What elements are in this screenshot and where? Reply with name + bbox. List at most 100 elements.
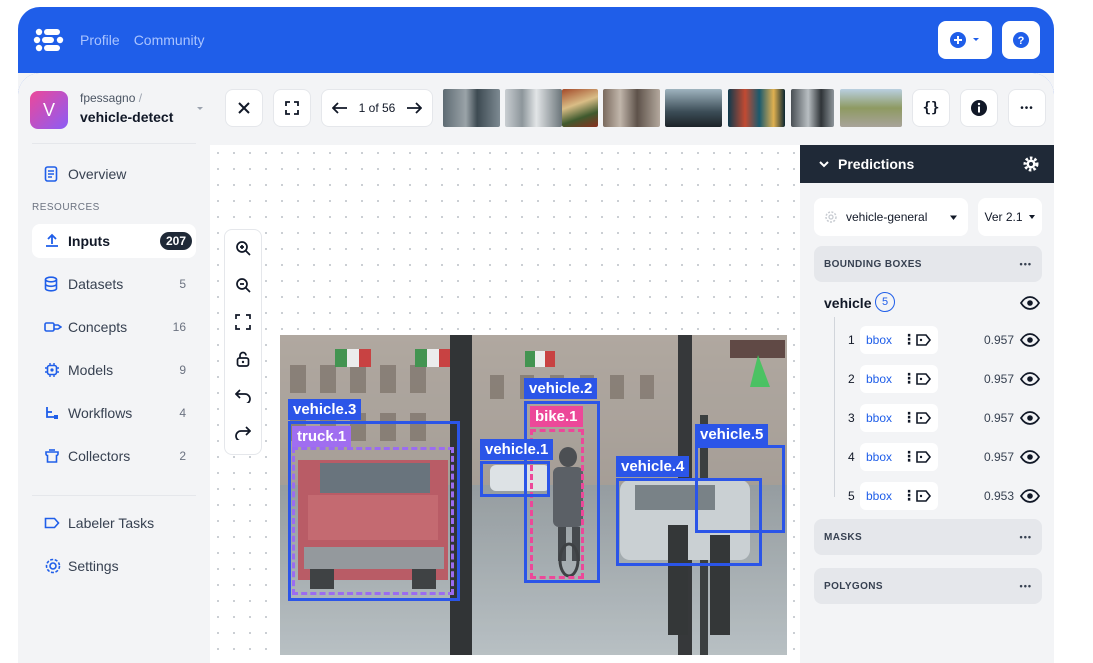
eye-icon[interactable] [1020,489,1040,503]
eye-icon[interactable] [1020,450,1040,464]
section-more-button[interactable]: ••• [1020,532,1032,542]
lock-button[interactable] [225,341,261,377]
polygons-section[interactable]: POLYGONS ••• [814,568,1042,604]
prediction-row-4[interactable]: 4 bbox ⋮ 0.957 [834,443,1044,471]
kebab-menu-icon[interactable]: ⋮ [902,448,916,465]
prediction-row-3[interactable]: 3 bbox ⋮ 0.957 [834,404,1044,432]
bbox-vehicle-5[interactable] [695,445,785,533]
kebab-menu-icon[interactable]: ⋮ [902,331,916,348]
label-tag-icon[interactable] [916,451,932,463]
kebab-menu-icon[interactable]: ⋮ [902,487,916,504]
json-button[interactable]: {} [912,89,950,127]
section-more-button[interactable]: ••• [1020,581,1032,591]
clarifai-logo-icon[interactable] [32,23,66,57]
gear-icon[interactable] [1022,155,1040,173]
sidebar-item-workflows[interactable]: Workflows 4 [32,396,196,430]
thumbnail[interactable] [791,89,834,127]
predictions-header[interactable]: Predictions [800,145,1054,183]
confidence-score: 0.957 [984,450,1015,464]
region-chip[interactable]: bbox ⋮ [860,326,938,354]
model-name: vehicle-general [846,210,928,224]
thumbnail[interactable] [505,89,562,127]
undo-button[interactable] [225,378,261,414]
sidebar-item-datasets[interactable]: Datasets 5 [32,267,196,301]
nav-profile[interactable]: Profile [80,32,120,48]
app-switcher[interactable]: V fpessagno / vehicle-detect [30,87,203,133]
model-select[interactable]: vehicle-general [814,198,968,236]
zoom-in-button[interactable] [225,230,261,266]
label-tag-icon[interactable] [916,373,932,385]
pager-label: 1 of 56 [358,101,396,115]
sidebar-item-collectors[interactable]: Collectors 2 [32,439,196,473]
thumbnail[interactable] [562,89,598,127]
sidebar-item-labeler-tasks[interactable]: Labeler Tasks [32,506,196,540]
fullscreen-button[interactable] [273,89,311,127]
unlock-icon [236,351,250,367]
label-tag-icon[interactable] [916,490,932,502]
confidence-score: 0.957 [984,333,1015,347]
region-chip[interactable]: bbox ⋮ [860,482,938,510]
help-button[interactable]: ? [1002,21,1040,59]
sidebar-item-inputs[interactable]: Inputs 207 [32,224,196,258]
workflows-count: 4 [179,406,186,420]
sidebar-item-models[interactable]: Models 9 [32,353,196,387]
zoom-in-icon [236,241,251,256]
model-icon [44,362,66,378]
redo-button[interactable] [225,415,261,451]
nav-community[interactable]: Community [134,32,205,48]
bbox-vehicle-1[interactable] [480,461,550,497]
bbox-truck-1[interactable] [292,447,454,595]
kebab-menu-icon[interactable]: ⋮ [902,409,916,426]
region-chip[interactable]: bbox ⋮ [860,404,938,432]
prediction-row-5[interactable]: 5 bbox ⋮ 0.953 [834,482,1044,510]
annotation-canvas[interactable]: vehicle.3 truck.1 vehicle.2 bike.1 vehic… [210,145,800,663]
label-tag-icon[interactable] [916,412,932,424]
confidence-score: 0.957 [984,411,1015,425]
thumbnail[interactable] [443,89,500,127]
fit-view-button[interactable] [225,304,261,340]
concept-count-badge: 5 [875,292,895,312]
row-number: 2 [848,372,855,386]
label-tag-icon[interactable] [916,334,932,346]
bbox-label-vehicle-4: vehicle.4 [616,456,690,477]
sidebar-item-overview[interactable]: Overview [32,157,196,191]
zoom-out-button[interactable] [225,267,261,303]
version-select[interactable]: Ver 2.1 [978,198,1042,236]
sidebar-item-concepts[interactable]: Concepts 16 [32,310,196,344]
thumbnail[interactable] [603,89,660,127]
bbox-label-vehicle-5: vehicle.5 [695,424,769,445]
eye-icon[interactable] [1020,372,1040,386]
add-button[interactable] [938,21,992,59]
kebab-menu-icon[interactable]: ⋮ [902,370,916,387]
arrow-left-icon[interactable] [332,102,348,114]
chevron-down-icon [973,38,979,41]
sidebar-item-label: Collectors [68,448,131,464]
more-options-button[interactable]: ••• [1008,89,1046,127]
database-icon [44,276,66,292]
prediction-row-1[interactable]: 1 bbox ⋮ 0.957 [834,326,1044,354]
prediction-row-2[interactable]: 2 bbox ⋮ 0.957 [834,365,1044,393]
region-chip[interactable]: bbox ⋮ [860,443,938,471]
sidebar-item-label: Labeler Tasks [68,515,155,531]
thumbnail[interactable] [728,89,785,127]
arrow-right-icon[interactable] [406,102,422,114]
masks-section[interactable]: MASKS ••• [814,519,1042,555]
section-more-button[interactable]: ••• [1020,259,1032,269]
sidebar-item-label: Datasets [68,276,124,292]
canvas-toolbar [224,229,262,455]
confidence-score: 0.957 [984,372,1015,386]
datasets-count: 5 [179,277,186,291]
region-chip[interactable]: bbox ⋮ [860,365,938,393]
bounding-boxes-section[interactable]: BOUNDING BOXES ••• [814,246,1042,282]
eye-icon[interactable] [1020,411,1040,425]
close-button[interactable] [225,89,263,127]
eye-icon[interactable] [1020,296,1040,310]
chevron-down-icon [819,161,829,168]
sidebar-item-settings[interactable]: Settings [32,549,196,583]
info-button[interactable] [960,89,998,127]
gear-icon [44,557,66,575]
thumbnail[interactable] [665,89,722,127]
eye-icon[interactable] [1020,333,1040,347]
sidebar-item-label: Settings [68,558,119,574]
thumbnail[interactable] [840,89,902,127]
